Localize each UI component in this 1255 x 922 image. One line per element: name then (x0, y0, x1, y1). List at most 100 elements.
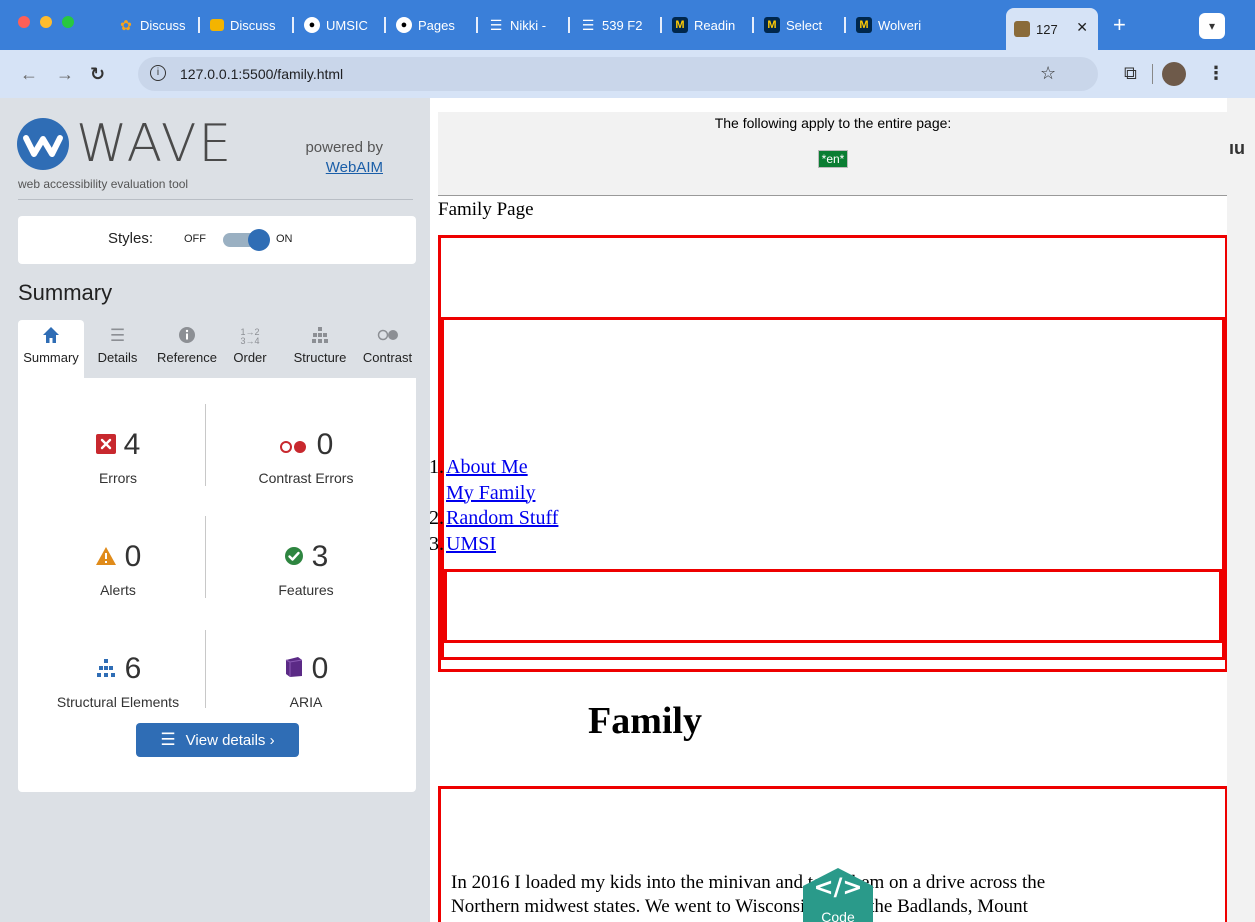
structural-label: Structural Elements (56, 694, 180, 710)
webaim-link[interactable]: WebAIM (297, 158, 383, 178)
page-level-issues-box: The following apply to the entire page: … (438, 112, 1228, 196)
family-heading: Family (588, 700, 702, 742)
svg-text:</>: </> (814, 873, 863, 901)
powered-by: powered by WebAIM (297, 138, 383, 178)
list-icon: ☰ (109, 326, 126, 345)
home-icon (18, 320, 84, 350)
tab-details[interactable]: ☰ Details (84, 320, 151, 378)
alerts-count: 0 (124, 540, 142, 573)
code-view-button[interactable]: </> Code (793, 866, 883, 922)
tab-contrast[interactable]: Contrast (359, 320, 416, 378)
browser-tab-7[interactable]: M Readin (664, 10, 754, 40)
order-icon: 1→2 3→4 (240, 327, 260, 346)
contrast-icon (359, 320, 416, 350)
alerts-label: Alerts (100, 582, 136, 598)
info-icon (151, 320, 223, 350)
styles-toggle-box: Styles: OFF ON (18, 216, 416, 264)
github-icon: ● (396, 17, 412, 33)
wave-subtitle: web accessibility evaluation tool (18, 177, 189, 191)
browser-tab-1[interactable]: ✿ Discuss (110, 10, 200, 40)
error-icon (95, 428, 116, 462)
nav-link-umsi[interactable]: UMSI (446, 532, 496, 558)
summary-card: 4 Errors 0 Contrast Errors 0 Alerts 3 Fe… (18, 378, 416, 792)
aria-label: ARIA (289, 694, 323, 710)
structural-elements-metric[interactable]: 6 Structural Elements (28, 650, 208, 710)
toolbar-divider (1152, 64, 1153, 84)
nav-link-about-me[interactable]: About Me (446, 455, 528, 481)
toggle-knob (248, 229, 270, 251)
nav-link-random-stuff[interactable]: Random Stuff (446, 506, 558, 532)
page-heading: Family Page (438, 199, 534, 220)
close-tab-icon[interactable]: ✕ (1076, 19, 1088, 36)
reload-icon[interactable]: ↻ (90, 64, 105, 84)
site-icon (1014, 21, 1030, 37)
browser-tab-3[interactable]: ● UMSIC (296, 10, 386, 40)
docs-icon: ☰ (581, 16, 595, 33)
github-icon: ● (304, 17, 320, 33)
list-icon: ☰ (160, 730, 176, 749)
extensions-icon[interactable]: ⧉ (1124, 63, 1137, 83)
contrast-errors-label: Contrast Errors (258, 470, 354, 486)
back-icon[interactable]: ← (20, 64, 38, 84)
alert-icon (95, 540, 117, 574)
michigan-icon: M (856, 17, 872, 33)
list-region-outline[interactable] (444, 569, 1222, 643)
browser-tab-6[interactable]: ☰ 539 F2 (572, 10, 662, 40)
address-bar[interactable]: i 127.0.0.1:5500/family.html ☆ (138, 57, 1098, 91)
structure-element-icon (95, 652, 117, 686)
wave-panel: WAVE web accessibility evaluation tool p… (0, 98, 430, 922)
errors-count: 4 (123, 428, 141, 461)
styles-off-label: OFF (184, 233, 206, 245)
bookmark-star-icon[interactable]: ☆ (1040, 63, 1056, 84)
discourse-icon: ✿ (120, 16, 132, 33)
styles-toggle[interactable] (223, 229, 270, 251)
docs-icon: ☰ (489, 16, 503, 33)
errors-metric[interactable]: 4 Errors (28, 426, 208, 486)
structure-icon (281, 320, 359, 350)
alerts-metric[interactable]: 0 Alerts (28, 538, 208, 598)
features-metric[interactable]: 3 Features (216, 538, 396, 598)
browser-tab-5[interactable]: ☰ Nikki - (480, 10, 570, 40)
new-tab-button[interactable]: + (1113, 12, 1126, 38)
site-info-icon[interactable]: i (150, 65, 166, 81)
nav-link-my-family[interactable]: My Family (446, 481, 535, 507)
browser-tab-bar: ✿ Discuss Discuss ● UMSIC ● Pages ☰ Nikk… (0, 0, 1255, 50)
menu-kebab-icon[interactable]: ⋮ (1207, 63, 1225, 83)
tab-structure[interactable]: Structure (281, 320, 359, 378)
entire-page-note: The following apply to the entire page: (714, 115, 952, 131)
minimize-window-button[interactable] (40, 16, 52, 28)
feature-check-icon (284, 540, 304, 574)
language-badge[interactable]: *en* (817, 150, 849, 168)
aria-cube-icon (284, 652, 304, 686)
tab-reference[interactable]: Reference (151, 320, 223, 378)
browser-tab-9[interactable]: M Wolveri (848, 10, 998, 40)
close-window-button[interactable] (18, 16, 30, 28)
contrast-errors-metric[interactable]: 0 Contrast Errors (216, 426, 396, 486)
browser-tab-8[interactable]: M Select (756, 10, 846, 40)
forward-icon[interactable]: → (56, 64, 74, 84)
errors-label: Errors (98, 470, 138, 486)
view-details-button[interactable]: ☰ View details › (136, 723, 299, 757)
michigan-icon: M (672, 17, 688, 33)
structural-count: 6 (124, 652, 142, 685)
styles-label: Styles: (108, 230, 154, 247)
tab-summary[interactable]: Summary (18, 320, 84, 378)
wave-tabs: Summary ☰ Details Reference 1→2 3→4 Order… (18, 320, 416, 378)
tab-search-icon[interactable]: ▾ (1199, 13, 1225, 39)
aria-count: 0 (311, 652, 329, 685)
tab-order[interactable]: 1→2 3→4 Order (223, 320, 277, 378)
avatar[interactable] (1162, 62, 1186, 86)
features-label: Features (278, 582, 334, 598)
aria-metric[interactable]: 0 ARIA (216, 650, 396, 710)
zoom-window-button[interactable] (62, 16, 74, 28)
michigan-icon: M (764, 17, 780, 33)
browser-tab-active[interactable]: 127 ✕ (1006, 8, 1098, 50)
wave-divider (18, 199, 413, 200)
features-count: 3 (311, 540, 329, 573)
wave-logo-icon (17, 118, 69, 170)
browser-tab-4[interactable]: ● Pages (388, 10, 478, 40)
url-text: 127.0.0.1:5500/family.html (180, 66, 344, 82)
browser-tab-2[interactable]: Discuss (202, 10, 294, 40)
page-content: The following apply to the entire page: … (430, 98, 1255, 922)
contrast-errors-count: 0 (316, 428, 334, 461)
